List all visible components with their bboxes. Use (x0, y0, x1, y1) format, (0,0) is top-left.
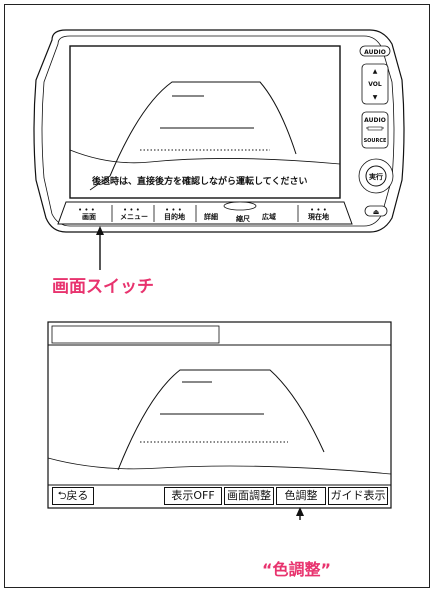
svg-text:SOURCE: SOURCE (364, 138, 387, 144)
color-adjust-callout: “色調整” (262, 560, 332, 579)
screen-adjust-button[interactable]: 画面調整 (224, 487, 274, 505)
softkey-zoom-in[interactable]: 縮尺 (236, 214, 250, 223)
camera-screen-border (47, 321, 392, 509)
vol-up-icon: ▲ (373, 68, 378, 75)
vol-label: VOL (368, 81, 382, 88)
display-off-button[interactable]: 表示OFF (164, 487, 222, 505)
softkey-destination[interactable]: 目的地 (164, 212, 185, 221)
guide-display-button[interactable]: ガイド表示 (328, 487, 388, 505)
svg-text:実行: 実行 (369, 172, 383, 181)
softkey-detail[interactable]: 詳細 (204, 212, 218, 221)
camera-top-panel (51, 325, 220, 344)
svg-text:AUDIO: AUDIO (364, 117, 386, 124)
vol-down-icon: ▼ (373, 94, 378, 101)
screen-switch-callout: 画面スイッチ (52, 277, 154, 297)
softkey-menu[interactable]: メニュー (120, 213, 148, 221)
softkey-screen[interactable]: 画面 (82, 213, 96, 221)
screen-warning-message: 後退時は、直接後方を確認しながら運転してください (92, 175, 307, 187)
color-adjust-button[interactable]: 色調整 (276, 487, 326, 505)
navigation-device: 後退時は、直接後方を確認しながら運転してください • • • • • • • •… (33, 29, 405, 270)
zoom-rocker[interactable] (223, 201, 257, 211)
svg-text:AUDIO: AUDIO (364, 49, 386, 56)
color-adjust-arrowhead (296, 507, 304, 516)
back-button[interactable]: ⮌戻る (52, 487, 94, 505)
softkey-wide[interactable]: 広域 (262, 212, 276, 221)
eject-icon: ⏏ (373, 208, 380, 216)
softkey-current-location[interactable]: 現在地 (308, 212, 329, 221)
